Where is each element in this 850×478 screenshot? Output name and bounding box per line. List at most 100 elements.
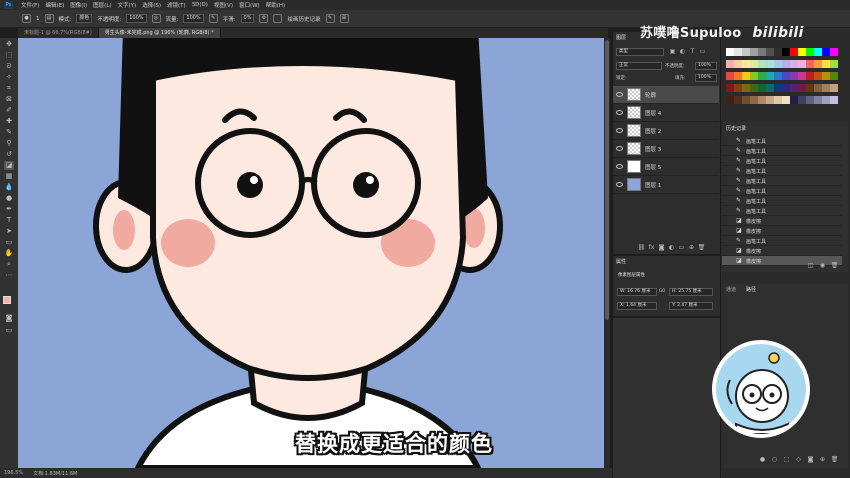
brush-panel-icon[interactable]: ▤ [44,14,54,23]
color-swatch[interactable] [726,48,734,56]
color-swatch[interactable] [822,60,830,68]
menu-file[interactable]: 文件(F) [21,1,39,9]
more-tools-icon[interactable]: ⋯ [4,271,14,280]
swatches-grid[interactable] [726,48,838,110]
color-swatch[interactable] [830,72,838,80]
gear-icon[interactable]: ⚙ [259,14,269,23]
pressure-size-icon[interactable]: ✎ [325,14,335,23]
stamp-tool-icon[interactable]: ⚲ [4,139,14,148]
frame-tool-icon[interactable]: ⊠ [4,95,14,104]
mask-icon[interactable]: ◙ [806,456,815,464]
color-swatch[interactable] [726,84,734,92]
fx-icon[interactable]: fx [647,244,656,252]
symmetry-icon[interactable]: ⊞ [339,14,349,23]
color-swatch[interactable] [766,84,774,92]
airbrush-icon[interactable]: ✎ [208,14,218,23]
menu-window[interactable]: 窗口(W) [239,1,260,9]
color-swatch[interactable] [742,72,750,80]
color-swatch[interactable] [790,84,798,92]
color-swatch[interactable] [790,96,798,104]
shape-tool-icon[interactable]: ▭ [4,238,14,247]
stroke-path-icon[interactable]: ○ [770,456,779,464]
tab-untitled[interactable]: 未标题-1 @ 66.7%(RGB/8#) [18,28,99,38]
smoothing-field[interactable]: 0% [240,14,255,23]
color-swatch[interactable] [758,96,766,104]
opacity-field[interactable]: 100% [126,14,147,23]
color-swatch[interactable] [726,72,734,80]
history-item[interactable]: ◪ 橡皮擦 [722,246,842,256]
color-swatch[interactable] [798,48,806,56]
history-item[interactable]: ✎ 画笔工具 [722,176,842,186]
color-swatch[interactable] [806,84,814,92]
color-swatch[interactable] [750,48,758,56]
path-select-icon[interactable]: ➤ [4,227,14,236]
color-swatch[interactable] [742,60,750,68]
color-swatch[interactable] [782,48,790,56]
brush-size[interactable]: 1 [36,16,40,22]
filter-pixel-icon[interactable]: ▣ [668,48,677,56]
color-swatch[interactable] [750,72,758,80]
width-field[interactable]: W: 16.76 厘米 [617,288,657,296]
healing-brush-icon[interactable]: ✚ [4,117,14,126]
quick-mask-icon[interactable]: ◙ [4,314,14,323]
make-path-icon[interactable]: ◇ [794,456,803,464]
x-field[interactable]: X: 1.64 厘米 [617,302,657,310]
canvas[interactable] [18,38,604,468]
color-swatch[interactable] [726,60,734,68]
color-swatch[interactable] [790,48,798,56]
tab-boy-avatar[interactable]: 男生头像-未完成.png @ 196% (轮廓, RGB/8) * [98,28,221,38]
foreground-color-swatch[interactable] [3,296,11,304]
blend-mode-select[interactable]: 正常 [616,62,662,70]
link-proportions-icon[interactable]: GO [659,288,665,293]
color-swatch[interactable] [822,48,830,56]
filter-type-icon[interactable]: T [688,48,697,56]
color-swatch[interactable] [774,96,782,104]
y-field[interactable]: Y: 2.47 厘米 [669,302,713,310]
layer-kind-filter[interactable]: 类型 [616,48,664,56]
history-brush-icon[interactable]: ↺ [4,150,14,159]
color-swatch[interactable] [734,96,742,104]
gradient-tool-icon[interactable]: ▦ [4,172,14,181]
color-swatch[interactable] [774,48,782,56]
fill-path-icon[interactable]: ● [758,456,767,464]
history-checkbox[interactable] [273,14,283,23]
history-item[interactable]: ✎ 画笔工具 [722,206,842,216]
tab-channels[interactable]: 通道 [726,286,736,293]
trash-icon[interactable]: 🗑 [830,456,839,464]
color-swatch[interactable] [742,84,750,92]
color-swatch[interactable] [742,96,750,104]
color-swatch[interactable] [774,84,782,92]
layer-fill-field[interactable]: 100% [695,74,717,82]
marquee-tool-icon[interactable]: ⬚ [4,51,14,60]
color-swatch[interactable] [758,72,766,80]
history-item[interactable]: ✎ 画笔工具 [722,136,842,146]
color-swatch[interactable] [758,84,766,92]
color-swatch[interactable] [814,60,822,68]
history-item[interactable]: ✎ 画笔工具 [722,196,842,206]
color-swatch[interactable] [822,72,830,80]
color-swatch[interactable] [790,60,798,68]
color-swatch[interactable] [798,96,806,104]
menu-3d[interactable]: 3D(D) [192,2,208,8]
brush-preset-icon[interactable]: ● [22,14,31,23]
color-swatch[interactable] [774,72,782,80]
color-swatch[interactable] [782,96,790,104]
eye-icon[interactable] [616,92,623,97]
new-layer-icon[interactable]: ⊕ [687,244,696,252]
brush-tool-icon[interactable]: ✎ [4,128,14,137]
layers-tab[interactable]: 图层 [616,34,626,41]
zoom-tool-icon[interactable]: ⌕ [4,260,14,269]
mode-select[interactable]: 颜色 [76,14,93,23]
history-item[interactable]: ◪ 橡皮擦 [722,216,842,226]
screen-mode-icon[interactable]: ▭ [4,326,14,335]
eye-icon[interactable] [616,164,623,169]
color-swatch[interactable] [774,60,782,68]
properties-tab[interactable]: 属性 [616,258,626,265]
history-item[interactable]: ✎ 画笔工具 [722,146,842,156]
blur-tool-icon[interactable]: 💧 [4,183,14,192]
color-swatch[interactable] [806,96,814,104]
menu-select[interactable]: 选择(S) [142,1,161,9]
menu-filter[interactable]: 滤镜(T) [167,1,186,9]
color-swatch[interactable] [734,84,742,92]
flow-field[interactable]: 100% [183,14,204,23]
